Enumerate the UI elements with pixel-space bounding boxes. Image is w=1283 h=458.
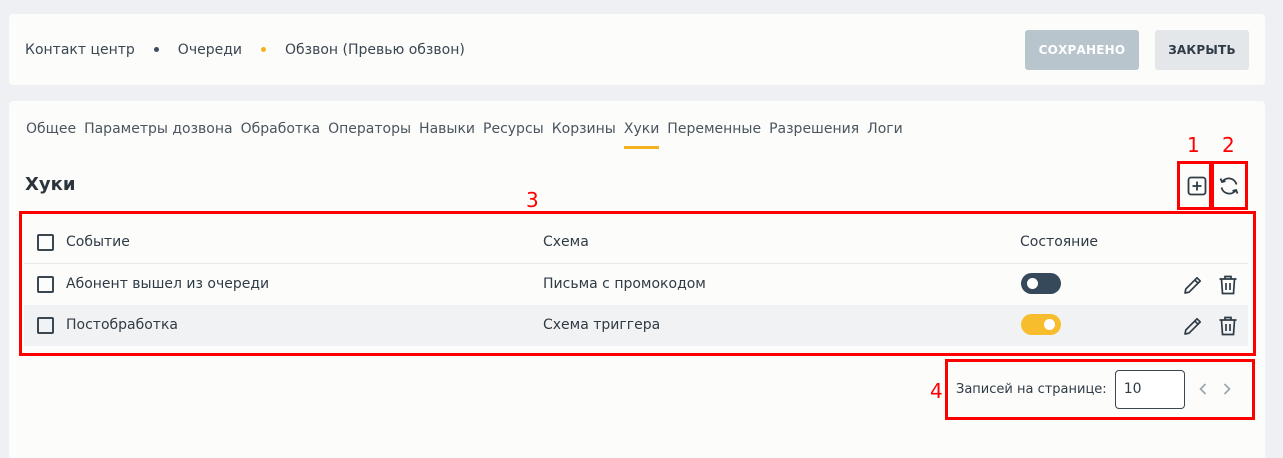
annotation-box-3 [19, 211, 1256, 356]
header-card: Контакт центр Очереди Обзвон (Превью обз… [9, 14, 1265, 85]
annotation-box-1 [1177, 161, 1212, 210]
breadcrumb: Контакт центр Очереди Обзвон (Превью обз… [25, 14, 465, 85]
breadcrumb-separator [153, 47, 159, 52]
annotation-box-4 [945, 359, 1255, 420]
tab-permissions[interactable]: Разрешения [769, 121, 859, 151]
breadcrumb-item-current: Обзвон (Превью обзвон) [284, 41, 465, 58]
close-button[interactable]: ЗАКРЫТЬ [1155, 30, 1249, 70]
tab-logs[interactable]: Логи [867, 121, 903, 151]
annotation-label-1: 1 [1187, 133, 1200, 157]
annotation-box-2 [1211, 161, 1248, 210]
annotation-label-4: 4 [930, 379, 943, 403]
tab-dial-params[interactable]: Параметры дозвона [84, 121, 233, 151]
tab-operators[interactable]: Операторы [328, 121, 411, 151]
tab-skills[interactable]: Навыки [419, 121, 475, 151]
tab-variables[interactable]: Переменные [667, 121, 761, 151]
tab-baskets[interactable]: Корзины [552, 121, 616, 151]
breadcrumb-item-contact-center[interactable]: Контакт центр [25, 42, 135, 58]
tab-processing[interactable]: Обработка [241, 121, 321, 151]
tab-resources[interactable]: Ресурсы [483, 121, 544, 151]
tab-hooks[interactable]: Хуки [623, 121, 660, 151]
saved-button[interactable]: СОХРАНЕНО [1025, 30, 1139, 70]
annotation-label-3: 3 [526, 188, 539, 212]
tab-general[interactable]: Общее [26, 121, 76, 151]
breadcrumb-item-queues[interactable]: Очереди [178, 42, 242, 58]
breadcrumb-separator [260, 47, 266, 52]
tab-bar: Общее Параметры дозвона Обработка Операт… [26, 121, 911, 151]
annotation-label-2: 2 [1222, 133, 1235, 157]
section-title: Хуки [25, 174, 76, 195]
